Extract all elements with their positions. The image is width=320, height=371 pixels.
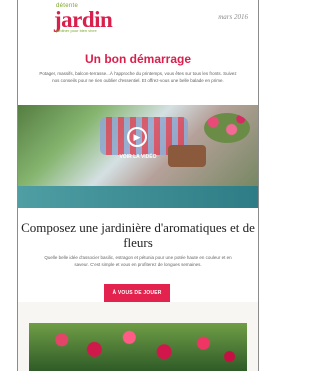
intro-text: Potager, massifs, balcon-terrasse...À l'…	[39, 71, 237, 83]
cta-button[interactable]: À VOUS DE JOUER	[104, 284, 170, 302]
section-title: Composez une jardinière d'aromatiques et…	[21, 220, 255, 250]
header: détente jardin jardiner pour bien vivre …	[18, 0, 258, 35]
section-text: Quelle belle idée d'associer basilic, es…	[44, 255, 232, 267]
headline: Un bon démarrage	[84, 52, 192, 66]
flowers-image	[204, 113, 250, 143]
bottom-flowers-photo[interactable]	[29, 323, 247, 371]
email-frame: détente jardin jardiner pour bien vivre …	[17, 0, 259, 371]
logo-tagline: jardiner pour bien vivre	[56, 28, 97, 33]
play-icon[interactable]: ▶	[127, 127, 147, 147]
content-card: Un bon démarrage Potager, massifs, balco…	[18, 34, 258, 302]
issue-date: mars 2016	[218, 13, 248, 21]
video-thumbnail[interactable]: ▶ VOIR LA VIDÉO	[18, 105, 258, 208]
video-label[interactable]: VOIR LA VIDÉO	[18, 154, 258, 160]
planter-box	[18, 186, 258, 208]
